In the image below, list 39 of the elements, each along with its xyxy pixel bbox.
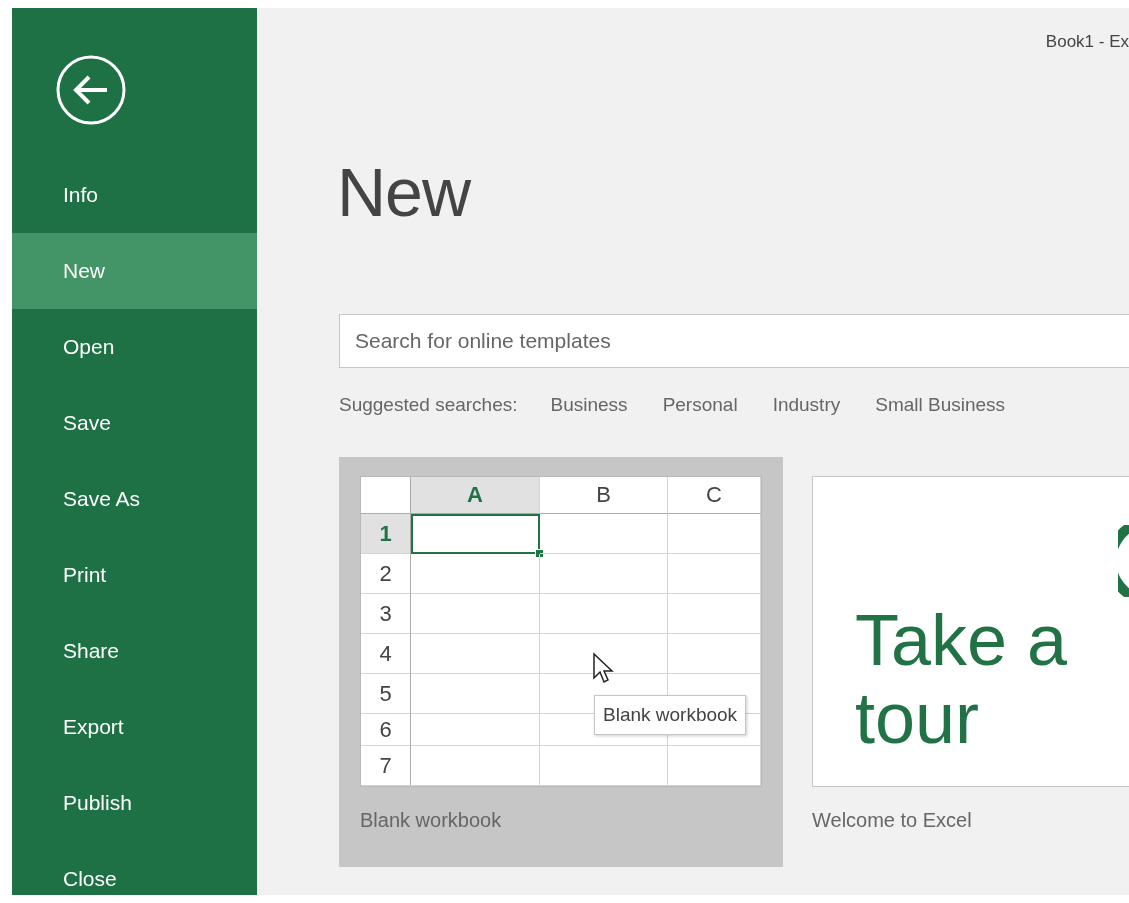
tour-headline: Take a tour xyxy=(855,601,1069,757)
row-header: 7 xyxy=(361,746,411,786)
sidebar-item[interactable]: Print xyxy=(12,537,257,613)
row-header: 5 xyxy=(361,674,411,714)
template-card[interactable]: Take a tour xyxy=(812,476,1129,787)
search-field[interactable]: Search for online templates xyxy=(339,314,1129,368)
row-header: 2 xyxy=(361,554,411,594)
sidebar-item[interactable]: Info xyxy=(12,157,257,233)
column-header: B xyxy=(540,477,668,514)
suggested-search-link[interactable]: Business xyxy=(550,394,628,416)
tooltip: Blank workbook xyxy=(594,695,747,735)
template-card[interactable]: A B C 1 2 3 4 5 6 7 Blank workbook Blank workbook xyxy=(339,457,783,867)
suggested-search-link[interactable]: Industry xyxy=(772,394,841,416)
page-heading: New xyxy=(337,153,472,232)
sidebar-item[interactable]: Publish xyxy=(12,765,257,841)
template-caption: Blank workbook xyxy=(360,809,503,832)
sidebar-item[interactable]: Close xyxy=(12,841,257,895)
sidebar-item[interactable]: Export xyxy=(12,689,257,765)
window-title: Book1 - Ex xyxy=(1045,32,1129,53)
row-header: 4 xyxy=(361,634,411,674)
cursor-icon xyxy=(592,652,616,686)
back-button[interactable] xyxy=(55,54,127,126)
sidebar-item[interactable]: Save xyxy=(12,385,257,461)
template-caption: Welcome to Excel xyxy=(812,809,973,832)
sidebar-item[interactable]: Share xyxy=(12,613,257,689)
sidebar-item[interactable]: New xyxy=(12,233,257,309)
row-header: 6 xyxy=(361,714,411,746)
suggested-search-link[interactable]: Personal xyxy=(662,394,738,416)
column-header: A xyxy=(411,477,540,514)
suggested-searches-label: Suggested searches: xyxy=(339,394,518,416)
row-header: 1 xyxy=(361,514,411,554)
corner-cell[interactable] xyxy=(361,477,411,514)
fill-handle-icon xyxy=(535,549,544,558)
ring-icon xyxy=(1118,525,1129,597)
sidebar-item[interactable]: Open xyxy=(12,309,257,385)
suggested-search-link[interactable]: Small Business xyxy=(875,394,1006,416)
sidebar-item[interactable]: Save As xyxy=(12,461,257,537)
row-header: 3 xyxy=(361,594,411,634)
column-header: C xyxy=(668,477,761,514)
